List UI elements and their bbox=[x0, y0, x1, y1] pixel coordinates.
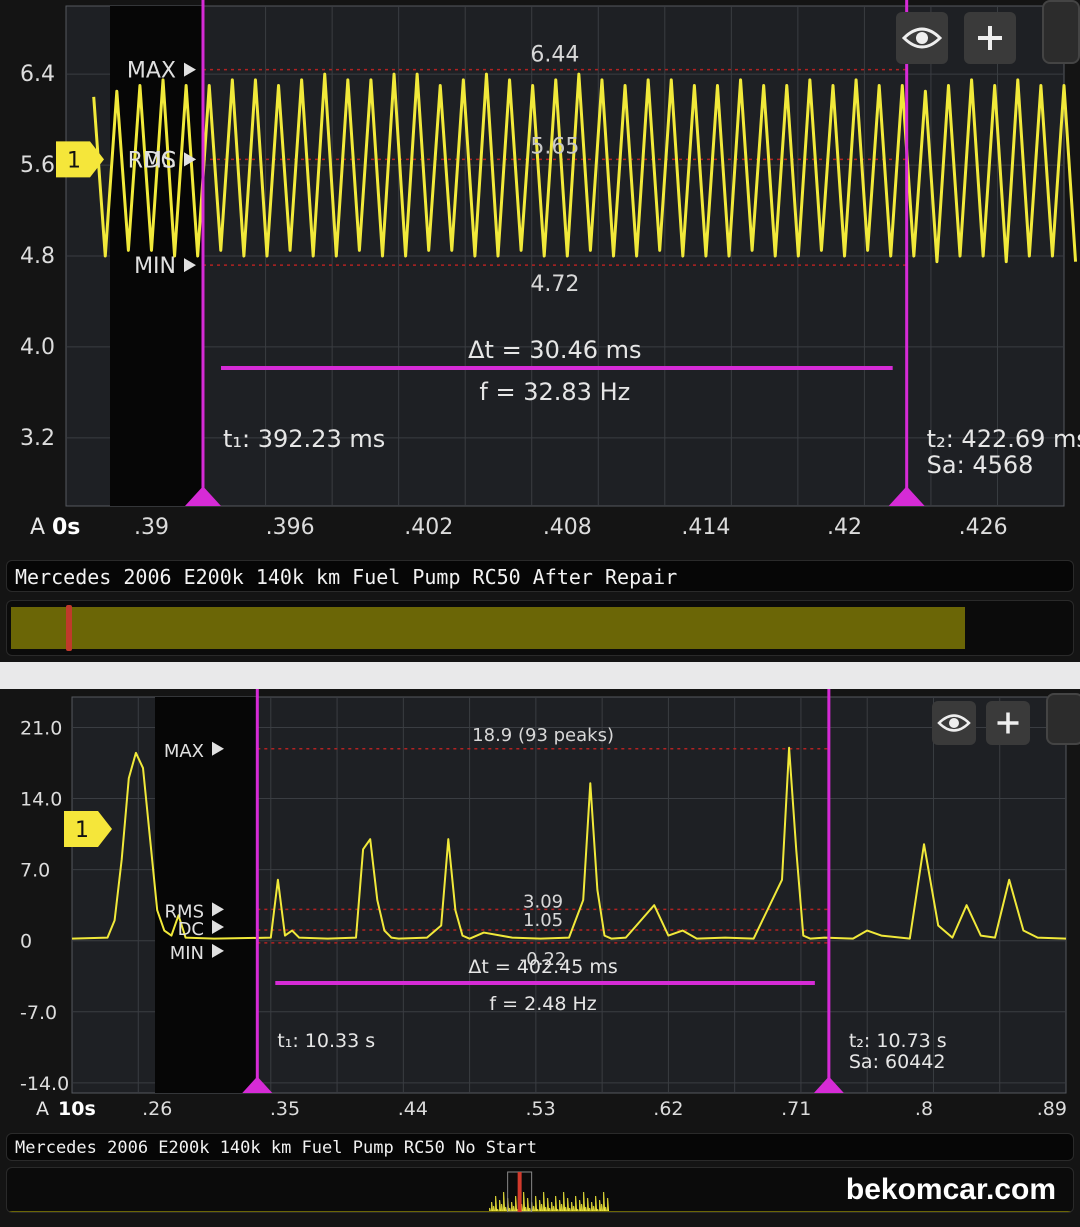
time-offset-label: 0s bbox=[52, 515, 80, 540]
cursor-t1-time: t₁: 392.23 ms bbox=[223, 425, 385, 453]
x-tick-label: .35 bbox=[270, 1098, 300, 1120]
dc-marker: DC bbox=[178, 919, 204, 940]
top-scope-chart[interactable]: 6.4 5.6 4.8 4.0 3.2 A 0s .39 .396 .402 .408 .414 .42… bbox=[0, 0, 1080, 550]
overview-buffer-fill bbox=[11, 607, 965, 649]
y-tick-label: 6.4 bbox=[20, 62, 55, 87]
y-tick-label: 3.2 bbox=[20, 426, 55, 451]
overview-timeline[interactable] bbox=[6, 600, 1074, 656]
channel-badge-number: 1 bbox=[75, 818, 89, 843]
min-value-label: -0.22 bbox=[520, 949, 567, 970]
min-marker: MIN bbox=[134, 254, 176, 279]
max-value-label: 18.9 (93 peaks) bbox=[472, 725, 614, 746]
bottom-scope-panel: 21.0 14.0 7.0 0 -7.0 -14.0 A 10s .26 .35 .44 .53 .62… bbox=[0, 689, 1080, 1227]
eye-icon-glyph bbox=[937, 714, 971, 732]
max-marker: MAX bbox=[127, 59, 176, 84]
x-tick-label: .414 bbox=[681, 515, 730, 540]
frequency-label: f = 32.83 Hz bbox=[479, 378, 630, 406]
channel-letter: A bbox=[30, 515, 45, 540]
panel-drag-handle[interactable] bbox=[1042, 0, 1080, 64]
channel-badge-number: 1 bbox=[67, 148, 81, 173]
y-tick-label: 0 bbox=[20, 931, 32, 953]
time-offset-label: 10s bbox=[58, 1098, 96, 1120]
min-value-label: 4.72 bbox=[530, 272, 579, 297]
eye-icon[interactable] bbox=[896, 12, 948, 64]
delta-t-label: Δt = 30.46 ms bbox=[468, 336, 641, 364]
y-tick-label: 7.0 bbox=[20, 860, 50, 882]
bottom-scope-chart[interactable]: 21.0 14.0 7.0 0 -7.0 -14.0 A 10s .26 .35 .44 .53 .62… bbox=[0, 689, 1080, 1121]
max-value-label: 6.44 bbox=[530, 43, 579, 68]
waveform-title: Mercedes 2006 E200k 140k km Fuel Pump RC… bbox=[6, 560, 1074, 592]
x-tick-label: .42 bbox=[827, 515, 862, 540]
x-tick-label: .44 bbox=[398, 1098, 428, 1120]
x-tick-label: .426 bbox=[959, 515, 1008, 540]
sample-count: Sa: 4568 bbox=[927, 451, 1034, 479]
waveform-title: Mercedes 2006 E200k 140k km Fuel Pump RC… bbox=[6, 1133, 1074, 1161]
x-tick-label: .26 bbox=[142, 1098, 172, 1120]
overview-position-marker[interactable] bbox=[65, 605, 72, 651]
y-tick-label: 14.0 bbox=[20, 789, 62, 811]
plus-icon[interactable] bbox=[964, 12, 1016, 64]
cursor-t2-time: t₂: 422.69 ms bbox=[927, 425, 1080, 453]
plus-icon[interactable] bbox=[986, 701, 1030, 745]
sample-count: Sa: 60442 bbox=[849, 1051, 946, 1073]
y-tick-label: 4.0 bbox=[20, 335, 55, 360]
max-marker: MAX bbox=[164, 741, 204, 762]
x-tick-label: .89 bbox=[1037, 1098, 1067, 1120]
dc-marker: DC bbox=[144, 148, 176, 173]
x-tick-label: .402 bbox=[404, 515, 453, 540]
x-tick-label: .408 bbox=[543, 515, 592, 540]
y-tick-label: -14.0 bbox=[20, 1073, 69, 1095]
x-tick-label: .71 bbox=[781, 1098, 811, 1120]
plus-icon-glyph bbox=[978, 26, 1002, 50]
eye-icon[interactable] bbox=[932, 701, 976, 745]
cursor-t1-time: t₁: 10.33 s bbox=[277, 1030, 375, 1052]
y-tick-label: 5.6 bbox=[20, 153, 55, 178]
watermark: bekomcar.com bbox=[845, 1173, 1056, 1206]
eye-icon-glyph bbox=[902, 27, 942, 49]
min-marker: MIN bbox=[170, 943, 204, 964]
x-tick-label: .8 bbox=[915, 1098, 933, 1120]
cursor-t2-time: t₂: 10.73 s bbox=[849, 1030, 947, 1052]
top-scope-panel: 6.4 5.6 4.8 4.0 3.2 A 0s .39 .396 .402 .408 .414 .42… bbox=[0, 0, 1080, 662]
dc-value-label: 1.05 bbox=[523, 910, 563, 931]
panel-drag-handle[interactable] bbox=[1046, 693, 1080, 745]
frequency-label: f = 2.48 Hz bbox=[489, 993, 596, 1015]
y-tick-label: 21.0 bbox=[20, 717, 62, 739]
y-tick-label: -7.0 bbox=[20, 1002, 57, 1024]
x-tick-label: .53 bbox=[525, 1098, 555, 1120]
y-tick-label: 4.8 bbox=[20, 244, 55, 269]
x-tick-label: .396 bbox=[266, 515, 315, 540]
x-tick-label: .62 bbox=[653, 1098, 683, 1120]
rms-value-label: 5.65 bbox=[530, 134, 579, 159]
x-tick-label: .39 bbox=[134, 515, 169, 540]
plus-icon-glyph bbox=[997, 712, 1019, 734]
channel-letter: A bbox=[36, 1098, 49, 1120]
